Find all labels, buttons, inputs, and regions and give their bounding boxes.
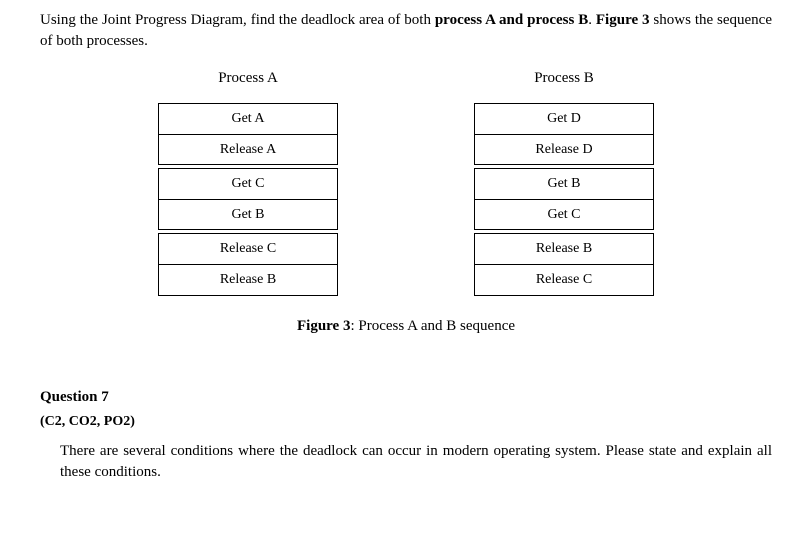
process-a-step: Get C <box>158 168 338 200</box>
processes-container: Process A Get A Release A Get C Get B Re… <box>90 68 722 296</box>
question-codes: (C2, CO2, PO2) <box>40 412 772 432</box>
process-a-step: Release A <box>158 134 338 166</box>
process-b-title: Process B <box>534 68 594 89</box>
process-a-step: Release B <box>158 264 338 296</box>
process-a-title: Process A <box>218 68 278 89</box>
process-a-step: Get A <box>158 103 338 135</box>
process-a-step: Release C <box>158 233 338 265</box>
question-text: There are several conditions where the d… <box>60 441 772 483</box>
figure-label: Figure 3 <box>297 318 350 334</box>
process-b-step: Get C <box>474 199 654 231</box>
process-b-step: Get B <box>474 168 654 200</box>
intro-paragraph: Using the Joint Progress Diagram, find t… <box>40 10 772 52</box>
process-b-step: Release C <box>474 264 654 296</box>
intro-bold: process A and process B <box>435 12 588 28</box>
process-a-column: Process A Get A Release A Get C Get B Re… <box>148 68 348 296</box>
process-b-step: Get D <box>474 103 654 135</box>
figure-caption: Figure 3: Process A and B sequence <box>40 316 772 337</box>
intro-middle: . <box>588 12 596 28</box>
figure-caption-text: : Process A and B sequence <box>350 318 515 334</box>
process-a-step: Get B <box>158 199 338 231</box>
intro-prefix: Using the Joint Progress Diagram, find t… <box>40 12 435 28</box>
process-b-column: Process B Get D Release D Get B Get C Re… <box>464 68 664 296</box>
intro-figbold: Figure 3 <box>596 12 650 28</box>
process-b-step: Release D <box>474 134 654 166</box>
question-heading: Question 7 <box>40 387 772 408</box>
process-b-step: Release B <box>474 233 654 265</box>
